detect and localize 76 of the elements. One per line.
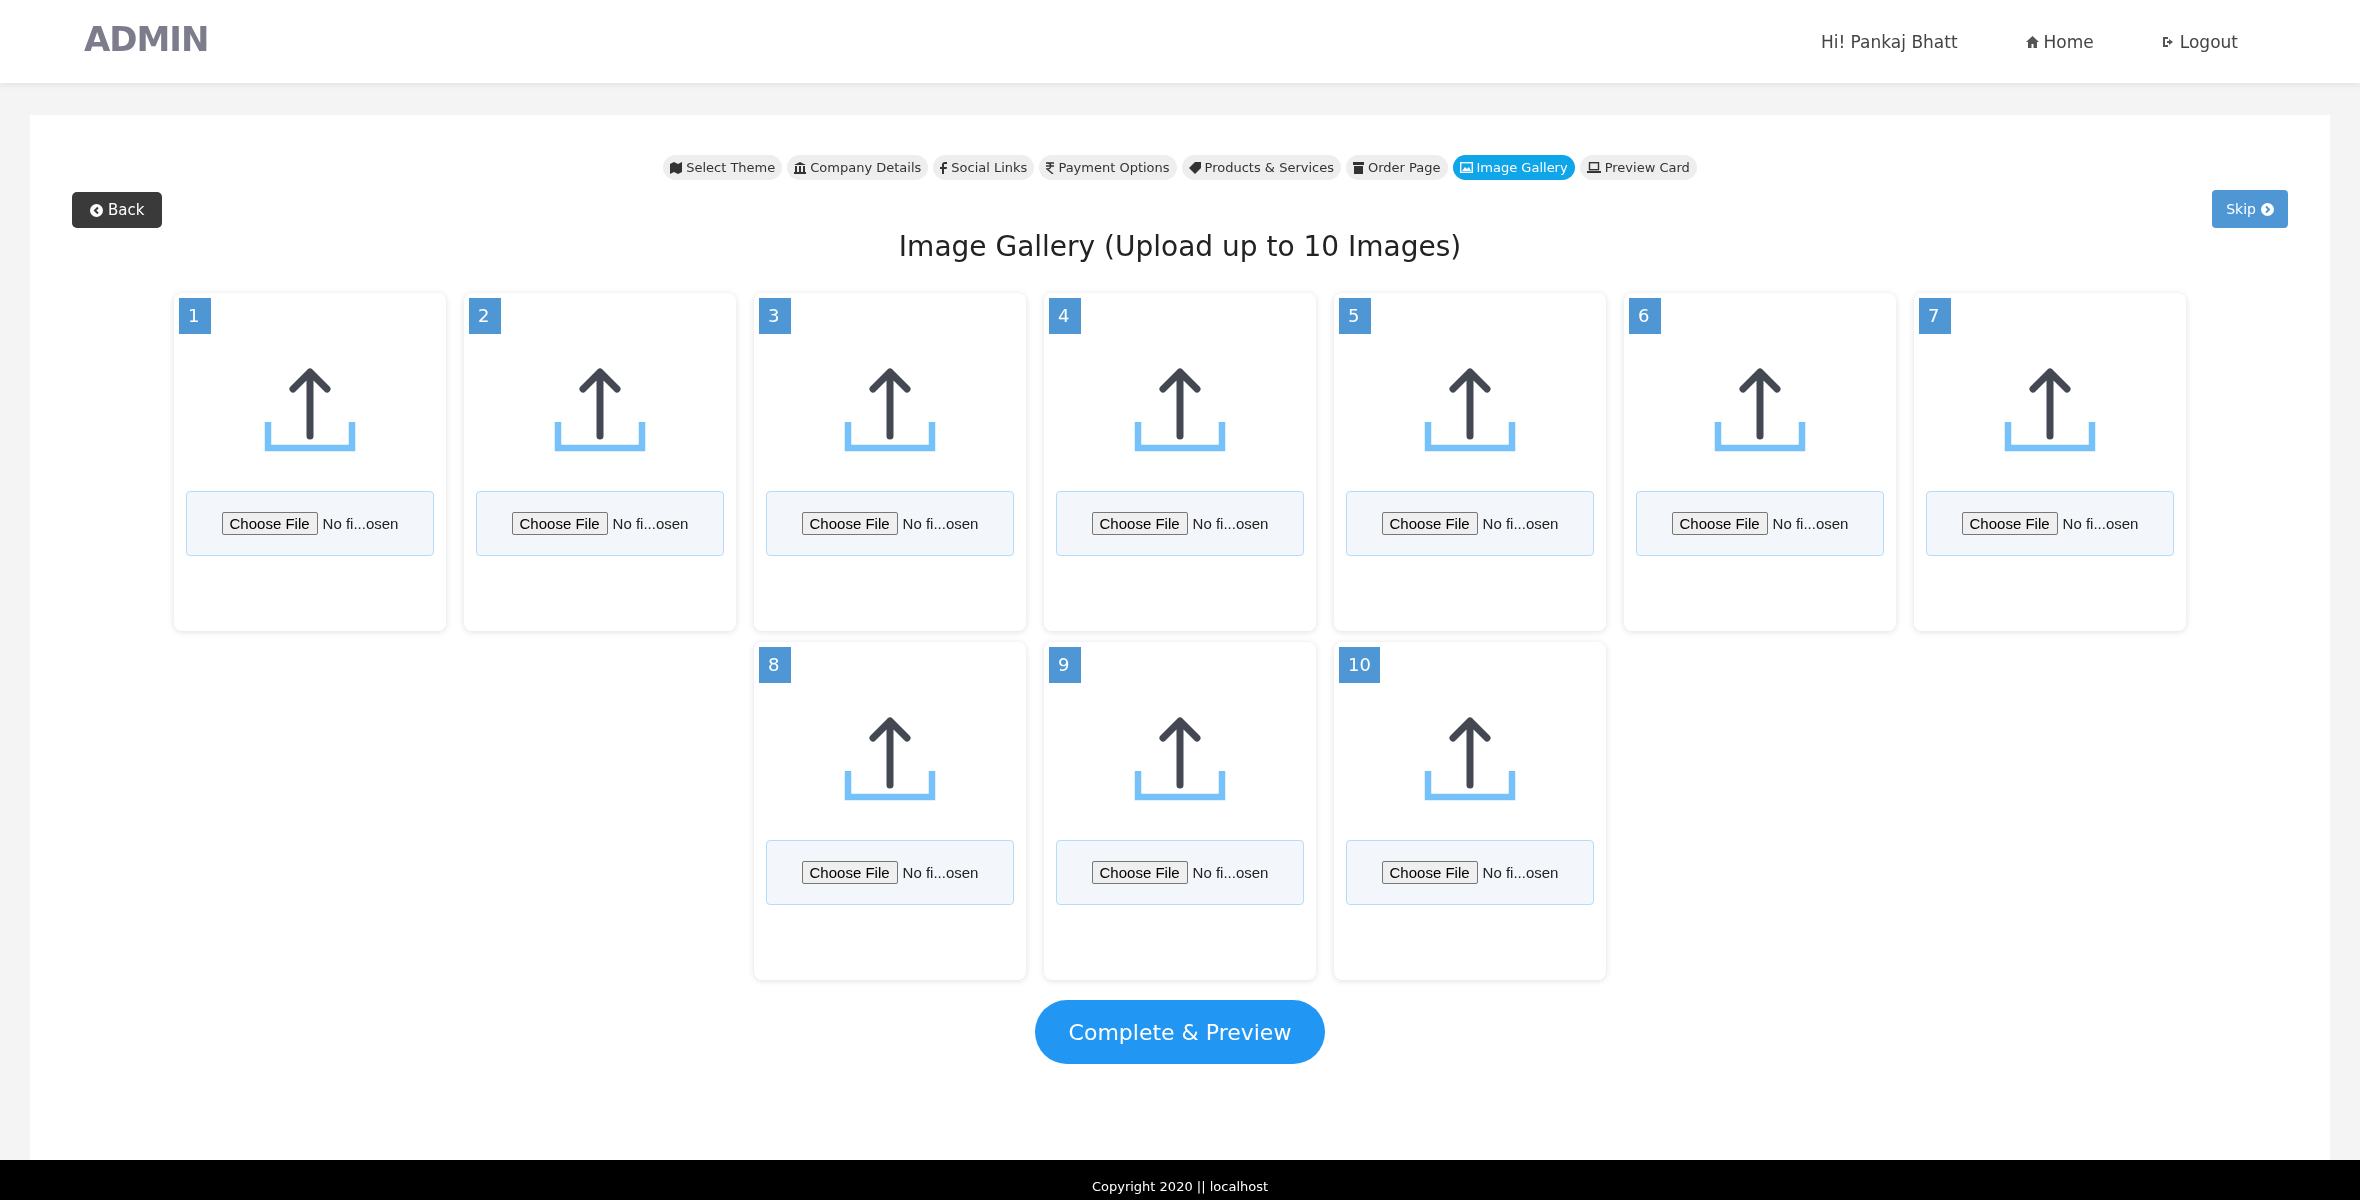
choose-file-button[interactable]: Choose File xyxy=(1091,512,1188,535)
image-number-badge: 3 xyxy=(759,298,791,334)
step-tab[interactable]: Products & Services xyxy=(1181,155,1341,180)
file-status-text: No fi...osen xyxy=(1482,515,1559,532)
file-status-text: No fi...osen xyxy=(1482,864,1559,881)
upload-icon xyxy=(844,366,936,452)
choose-file-button[interactable]: Choose File xyxy=(801,861,898,884)
image-number-badge: 5 xyxy=(1339,298,1371,334)
upload-icon xyxy=(1134,366,1226,452)
archive-icon xyxy=(1352,161,1364,174)
upload-icon xyxy=(1424,715,1516,801)
step-tab[interactable]: Preview Card xyxy=(1579,155,1697,180)
upload-icon xyxy=(844,715,936,801)
image-number-badge: 6 xyxy=(1629,298,1661,334)
choose-file-button[interactable]: Choose File xyxy=(1381,861,1478,884)
image-number-badge: 9 xyxy=(1049,647,1081,683)
file-input-field[interactable]: Choose File No fi...osen xyxy=(1346,840,1594,905)
choose-file-button[interactable]: Choose File xyxy=(1961,512,2058,535)
upload-icon xyxy=(2004,366,2096,452)
logout-icon xyxy=(2161,35,2175,48)
file-status-text: No fi...osen xyxy=(1192,864,1269,881)
file-status-text: No fi...osen xyxy=(902,864,979,881)
file-input-field[interactable]: Choose File No fi...osen xyxy=(476,491,724,556)
image-number-badge: 1 xyxy=(179,298,211,334)
file-input-field[interactable]: Choose File No fi...osen xyxy=(766,840,1014,905)
chevron-left-circle-icon xyxy=(90,203,103,217)
file-input-field[interactable]: Choose File No fi...osen xyxy=(1636,491,1884,556)
step-tab[interactable]: Select Theme xyxy=(663,155,783,180)
copyright-text: Copyright 2020 || localhost xyxy=(1091,1179,1269,1194)
image-number-badge: 10 xyxy=(1339,647,1380,683)
choose-file-button[interactable]: Choose File xyxy=(1091,861,1188,884)
file-input-field[interactable]: Choose File No fi...osen xyxy=(1056,840,1304,905)
laptop-icon xyxy=(1586,162,1601,173)
home-link[interactable]: Home xyxy=(2025,31,2094,52)
chevron-right-circle-icon xyxy=(2261,202,2274,216)
upload-icon xyxy=(264,366,356,452)
choose-file-button[interactable]: Choose File xyxy=(1381,512,1478,535)
choose-file-button[interactable]: Choose File xyxy=(801,512,898,535)
home-icon xyxy=(2025,35,2039,48)
file-status-text: No fi...osen xyxy=(322,515,399,532)
file-input-field[interactable]: Choose File No fi...osen xyxy=(186,491,434,556)
upload-icon xyxy=(1714,366,1806,452)
tags-icon xyxy=(1188,161,1201,174)
file-input-field[interactable]: Choose File No fi...osen xyxy=(1056,491,1304,556)
rupee-icon xyxy=(1046,161,1055,174)
step-tab[interactable]: Payment Options xyxy=(1039,155,1177,180)
image-number-badge: 2 xyxy=(469,298,501,334)
upload-icon xyxy=(1134,715,1226,801)
file-input-field[interactable]: Choose File No fi...osen xyxy=(1926,491,2174,556)
file-status-text: No fi...osen xyxy=(2062,515,2139,532)
page-title: Image Gallery (Upload up to 10 Images) xyxy=(897,230,1463,263)
choose-file-button[interactable]: Choose File xyxy=(1671,512,1768,535)
step-tab[interactable]: Social Links xyxy=(933,155,1035,180)
choose-file-button[interactable]: Choose File xyxy=(511,512,608,535)
step-tab[interactable]: Company Details xyxy=(787,155,929,180)
upload-icon xyxy=(1424,366,1516,452)
image-icon xyxy=(1459,162,1473,173)
file-input-field[interactable]: Choose File No fi...osen xyxy=(1346,491,1594,556)
logout-link[interactable]: Logout xyxy=(2161,31,2238,52)
image-number-badge: 4 xyxy=(1049,298,1081,334)
file-status-text: No fi...osen xyxy=(1772,515,1849,532)
logo-text: ADMIN xyxy=(84,18,209,59)
image-number-badge: 7 xyxy=(1919,298,1951,334)
choose-file-button[interactable]: Choose File xyxy=(221,512,318,535)
file-status-text: No fi...osen xyxy=(902,515,979,532)
file-status-text: No fi...osen xyxy=(612,515,689,532)
map-icon xyxy=(670,161,683,174)
file-status-text: No fi...osen xyxy=(1192,515,1269,532)
back-button[interactable]: Back xyxy=(72,192,163,228)
image-number-badge: 8 xyxy=(759,647,791,683)
step-tab[interactable]: Order Page xyxy=(1345,155,1448,180)
file-input-field[interactable]: Choose File No fi...osen xyxy=(766,491,1014,556)
upload-icon xyxy=(554,366,646,452)
facebook-icon xyxy=(940,161,948,174)
bank-icon xyxy=(794,161,807,174)
greeting-text: Hi! Pankaj Bhatt xyxy=(1820,31,1958,52)
